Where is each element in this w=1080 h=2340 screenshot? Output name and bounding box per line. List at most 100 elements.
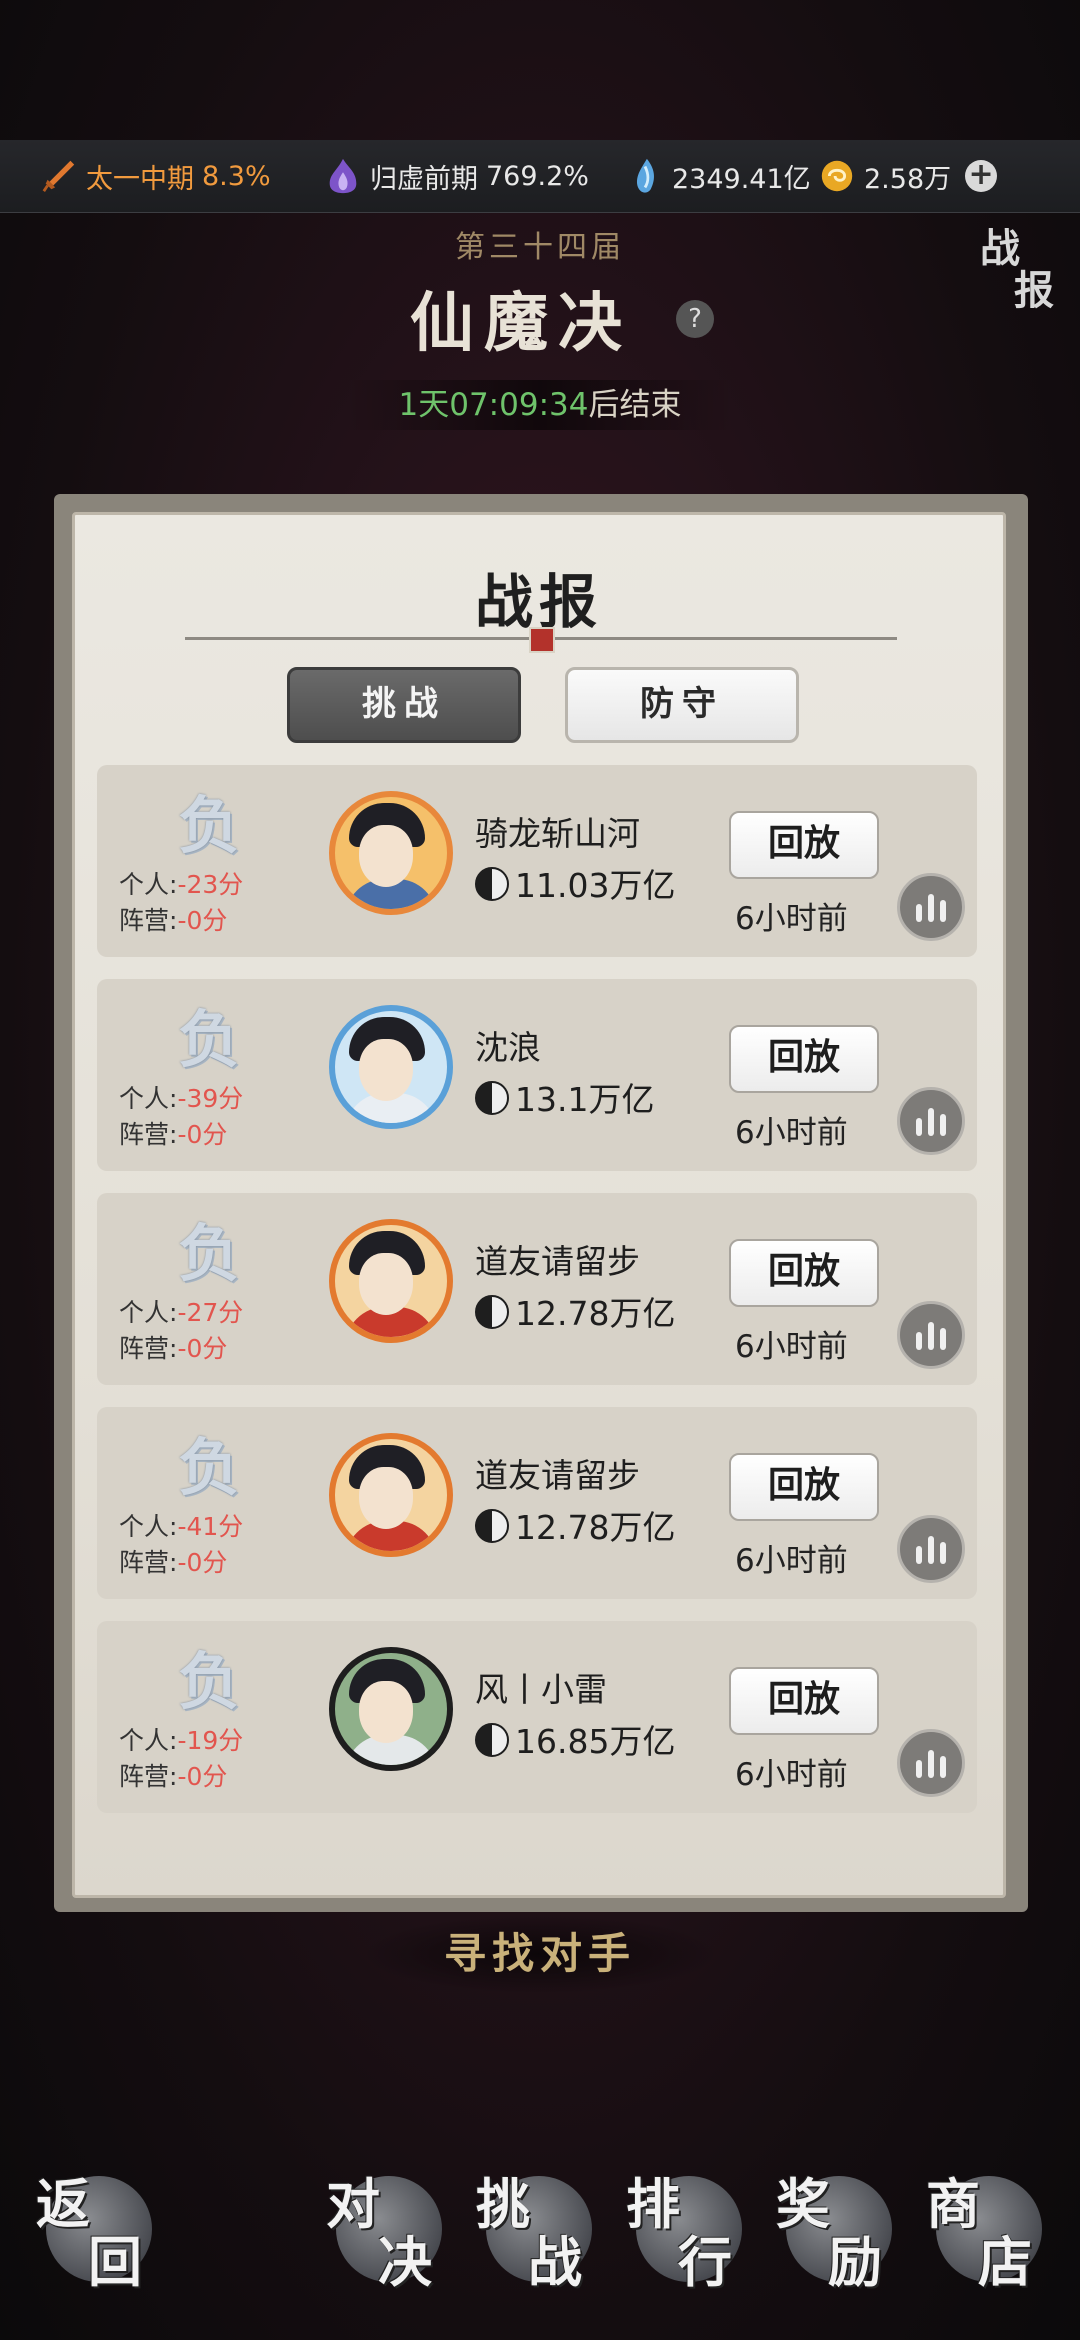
nav-duel-char-1: 对: [326, 2172, 380, 2236]
page-title: 仙魔决: [410, 286, 632, 361]
opponent-power-value: 11.03万亿: [515, 866, 676, 905]
personal-score-label: 个人:: [119, 870, 178, 899]
nav-duel-button[interactable]: 对 决: [326, 2160, 446, 2300]
opponent-power: 12.78万亿: [475, 1501, 675, 1549]
realm2-stat[interactable]: 归虚前期 769.2%: [324, 140, 589, 212]
opponent-power-value: 12.78万亿: [515, 1508, 676, 1547]
camp-score: 阵营:-0分: [119, 1329, 227, 1365]
battle-report-panel: 战报 挑战 防守 负 个人:-23分 阵营:-0分 骑龙斩山河 11.03万亿 …: [72, 512, 1006, 1898]
back-char-1: 返: [36, 2172, 90, 2236]
opponent-name: 道友请留步: [475, 1242, 640, 1281]
opponent-avatar[interactable]: [329, 1219, 453, 1343]
timer-value: 1天07:09:34: [398, 387, 589, 423]
camp-score-value: -0分: [177, 1120, 228, 1149]
resource-bar: 太一中期 8.3% 归虚前期 769.2% 2349.41亿 2.58万 +: [0, 140, 1080, 213]
crystal-stat[interactable]: 2349.41亿: [626, 140, 811, 212]
battle-record-list[interactable]: 负 个人:-23分 阵营:-0分 骑龙斩山河 11.03万亿 回放 6小时前 负…: [97, 765, 977, 1815]
yin-yang-icon: [475, 1509, 509, 1543]
nav-shop-button[interactable]: 商 店: [926, 2160, 1046, 2300]
seal-icon: [529, 627, 555, 653]
battle-record-row: 负 个人:-39分 阵营:-0分 沈浪 13.1万亿 回放 6小时前: [97, 979, 977, 1171]
result-label: 负: [177, 789, 240, 862]
personal-score: 个人:-23分: [119, 865, 243, 901]
realm2-percent: 769.2%: [486, 160, 589, 192]
tab-defense[interactable]: 防守: [565, 667, 799, 743]
result-label: 负: [177, 1645, 240, 1718]
replay-button[interactable]: 回放: [729, 811, 879, 879]
battle-time: 6小时前: [735, 1757, 848, 1793]
camp-score: 阵营:-0分: [119, 1543, 227, 1579]
camp-score: 阵营:-0分: [119, 1115, 227, 1151]
opponent-power: 13.1万亿: [475, 1073, 654, 1121]
stats-icon[interactable]: [897, 1729, 965, 1797]
coin-icon: [821, 160, 853, 192]
tab-challenge[interactable]: 挑战: [287, 667, 521, 743]
nav-ranking-char-2: 行: [678, 2230, 732, 2294]
camp-score: 阵营:-0分: [119, 901, 227, 937]
yin-yang-icon: [475, 1081, 509, 1115]
realm-percent: 8.3%: [202, 160, 271, 192]
back-char-2: 回: [88, 2230, 142, 2294]
camp-score: 阵营:-0分: [119, 1757, 227, 1793]
personal-score: 个人:-41分: [119, 1507, 243, 1543]
opponent-avatar[interactable]: [329, 1647, 453, 1771]
nav-ranking-button[interactable]: 排 行: [626, 2160, 746, 2300]
nav-challenge-char-2: 战: [528, 2230, 582, 2294]
personal-score-label: 个人:: [119, 1726, 178, 1755]
camp-score-value: -0分: [177, 1334, 228, 1363]
realm-stat[interactable]: 太一中期 8.3%: [40, 140, 271, 212]
season-label: 第三十四届: [455, 230, 625, 265]
nav-reward-char-2: 励: [828, 2230, 882, 2294]
camp-score-label: 阵营:: [119, 906, 178, 935]
replay-button[interactable]: 回放: [729, 1453, 879, 1521]
result-label: 负: [177, 1217, 240, 1290]
opponent-name: 骑龙斩山河: [475, 814, 640, 853]
opponent-avatar[interactable]: [329, 791, 453, 915]
stats-icon[interactable]: [897, 1515, 965, 1583]
nav-challenge-button[interactable]: 挑 战: [476, 2160, 596, 2300]
yin-yang-icon: [475, 1723, 509, 1757]
replay-button[interactable]: 回放: [729, 1239, 879, 1307]
stats-icon[interactable]: [897, 873, 965, 941]
opponent-name: 风丨小雷: [475, 1670, 607, 1709]
opponent-avatar[interactable]: [329, 1005, 453, 1129]
coin-stat[interactable]: 2.58万 +: [818, 140, 998, 212]
personal-score-label: 个人:: [119, 1512, 178, 1541]
battle-record-row: 负 个人:-27分 阵营:-0分 道友请留步 12.78万亿 回放 6小时前: [97, 1193, 977, 1385]
result-label: 负: [177, 1431, 240, 1504]
battle-report-button[interactable]: 战 报: [980, 228, 1070, 318]
opponent-name: 沈浪: [475, 1028, 541, 1067]
stats-icon[interactable]: [897, 1087, 965, 1155]
realm-label: 太一中期: [86, 163, 194, 195]
opponent-avatar[interactable]: [329, 1433, 453, 1557]
help-icon[interactable]: ?: [676, 300, 714, 338]
add-currency-icon[interactable]: +: [965, 160, 998, 192]
stats-icon[interactable]: [897, 1301, 965, 1369]
camp-score-label: 阵营:: [119, 1120, 178, 1149]
camp-score-value: -0分: [177, 1762, 228, 1791]
opponent-power: 12.78万亿: [475, 1287, 675, 1335]
sword-icon: [42, 160, 75, 192]
replay-button[interactable]: 回放: [729, 1667, 879, 1735]
yin-yang-icon: [475, 1295, 509, 1329]
personal-score: 个人:-27分: [119, 1293, 243, 1329]
battle-time: 6小时前: [735, 1543, 848, 1579]
camp-score-value: -0分: [177, 906, 228, 935]
find-opponent-button[interactable]: 寻找对手: [360, 1914, 720, 1994]
nav-reward-button[interactable]: 奖 励: [776, 2160, 896, 2300]
report-char-1: 战: [980, 225, 1020, 272]
realm2-label: 归虚前期: [370, 163, 478, 195]
crystal-icon: [637, 158, 655, 193]
personal-score-value: -19分: [177, 1726, 244, 1755]
opponent-power: 16.85万亿: [475, 1715, 675, 1763]
replay-button[interactable]: 回放: [729, 1025, 879, 1093]
personal-score-value: -23分: [177, 870, 244, 899]
battle-record-row: 负 个人:-23分 阵营:-0分 骑龙斩山河 11.03万亿 回放 6小时前: [97, 765, 977, 957]
back-button[interactable]: 返 回: [36, 2160, 156, 2300]
report-char-2: 报: [1014, 267, 1054, 314]
camp-score-label: 阵营:: [119, 1762, 178, 1791]
nav-reward-char-1: 奖: [776, 2172, 830, 2236]
personal-score: 个人:-19分: [119, 1721, 243, 1757]
battle-time: 6小时前: [735, 901, 848, 937]
opponent-power-value: 12.78万亿: [515, 1294, 676, 1333]
